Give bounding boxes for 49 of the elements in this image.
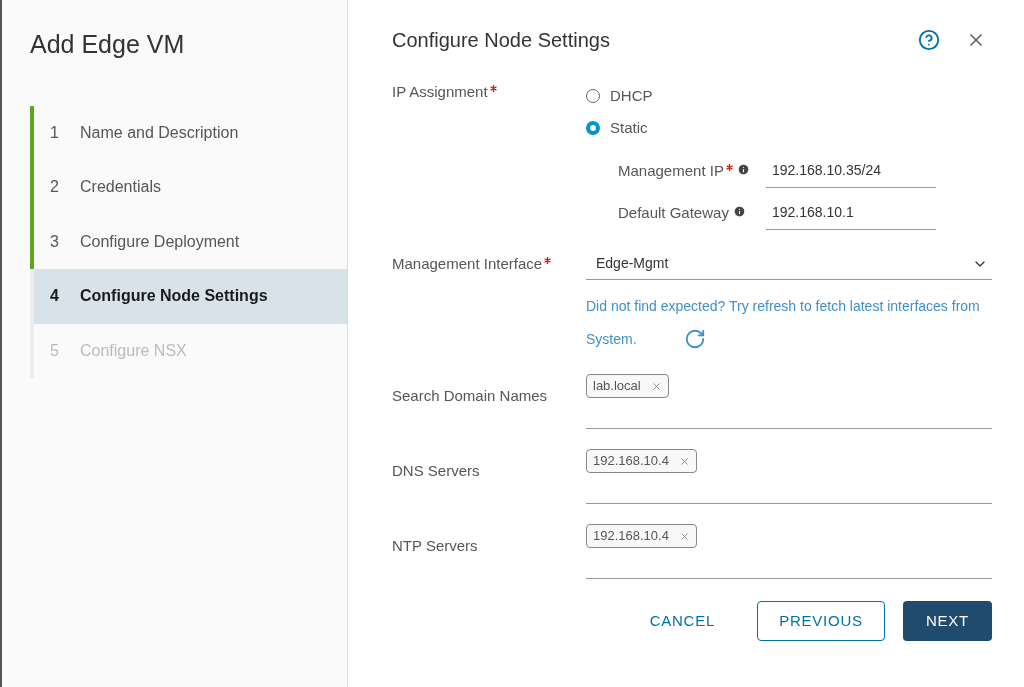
remove-icon[interactable] xyxy=(650,380,662,392)
radio-label: DHCP xyxy=(610,85,653,106)
step-label: Configure Node Settings xyxy=(80,286,268,307)
page-title: Configure Node Settings xyxy=(392,28,611,53)
field-label: DNS Servers xyxy=(392,462,480,479)
input-field[interactable]: 192.168.10.1 xyxy=(766,196,936,230)
required-icon xyxy=(725,163,733,171)
input-field[interactable]: 192.168.10.35/24 xyxy=(766,154,936,188)
tag-input-field[interactable]: 192.168.10.4 xyxy=(586,439,992,504)
help-icon[interactable] xyxy=(918,29,940,51)
step-number: 5 xyxy=(49,340,60,361)
cancel-button[interactable]: CANCEL xyxy=(625,601,739,641)
step-number: 4 xyxy=(49,286,60,307)
info-icon[interactable] xyxy=(736,162,750,176)
dropdown-field[interactable]: Edge-Mgmt xyxy=(586,248,992,280)
tag-label: 192.168.10.4 xyxy=(593,452,669,471)
refresh-hint-text[interactable]: Did not find expected? Try refresh to fetch latest interfaces from System. xyxy=(586,290,986,356)
step-number: 2 xyxy=(49,177,60,198)
field-label: NTP Servers xyxy=(392,537,478,554)
required-icon xyxy=(544,256,552,264)
next-button[interactable]: NEXT xyxy=(903,601,992,641)
tag-input-field[interactable]: lab.local xyxy=(586,364,992,429)
step-number: 3 xyxy=(49,231,60,252)
wizard-step[interactable]: 2 Credentials xyxy=(30,160,347,215)
previous-button[interactable]: PREVIOUS xyxy=(757,601,885,641)
info-icon[interactable] xyxy=(732,204,746,218)
wizard-step[interactable]: 1 Name and Description xyxy=(30,105,347,160)
step-number: 1 xyxy=(49,122,60,143)
refresh-icon[interactable] xyxy=(684,328,706,350)
wizard-title: Add Edge VM xyxy=(29,29,186,60)
radio-button[interactable] xyxy=(586,89,600,103)
field-label: Search Domain Names xyxy=(392,387,548,404)
tag-label: 192.168.10.4 xyxy=(593,527,669,546)
tag-input-field[interactable]: 192.168.10.4 xyxy=(586,514,992,579)
step-label: Name and Description xyxy=(80,122,239,143)
remove-icon[interactable] xyxy=(678,530,690,542)
step-label: Configure NSX xyxy=(80,340,187,361)
remove-icon[interactable] xyxy=(678,455,690,467)
field-label: Management Interface xyxy=(392,253,543,274)
step-label: Credentials xyxy=(80,177,161,198)
step-label: Configure Deployment xyxy=(80,231,240,252)
field-label: Default Gateway xyxy=(618,202,729,223)
required-icon xyxy=(489,84,497,92)
field-label: IP Assignment xyxy=(392,81,488,102)
wizard-step[interactable]: 4 Configure Node Settings xyxy=(30,269,347,324)
field-label: Management IP xyxy=(618,160,724,181)
radio-label: Static xyxy=(610,117,648,138)
radio-button[interactable] xyxy=(586,121,600,135)
tag-label: lab.local xyxy=(593,377,641,396)
